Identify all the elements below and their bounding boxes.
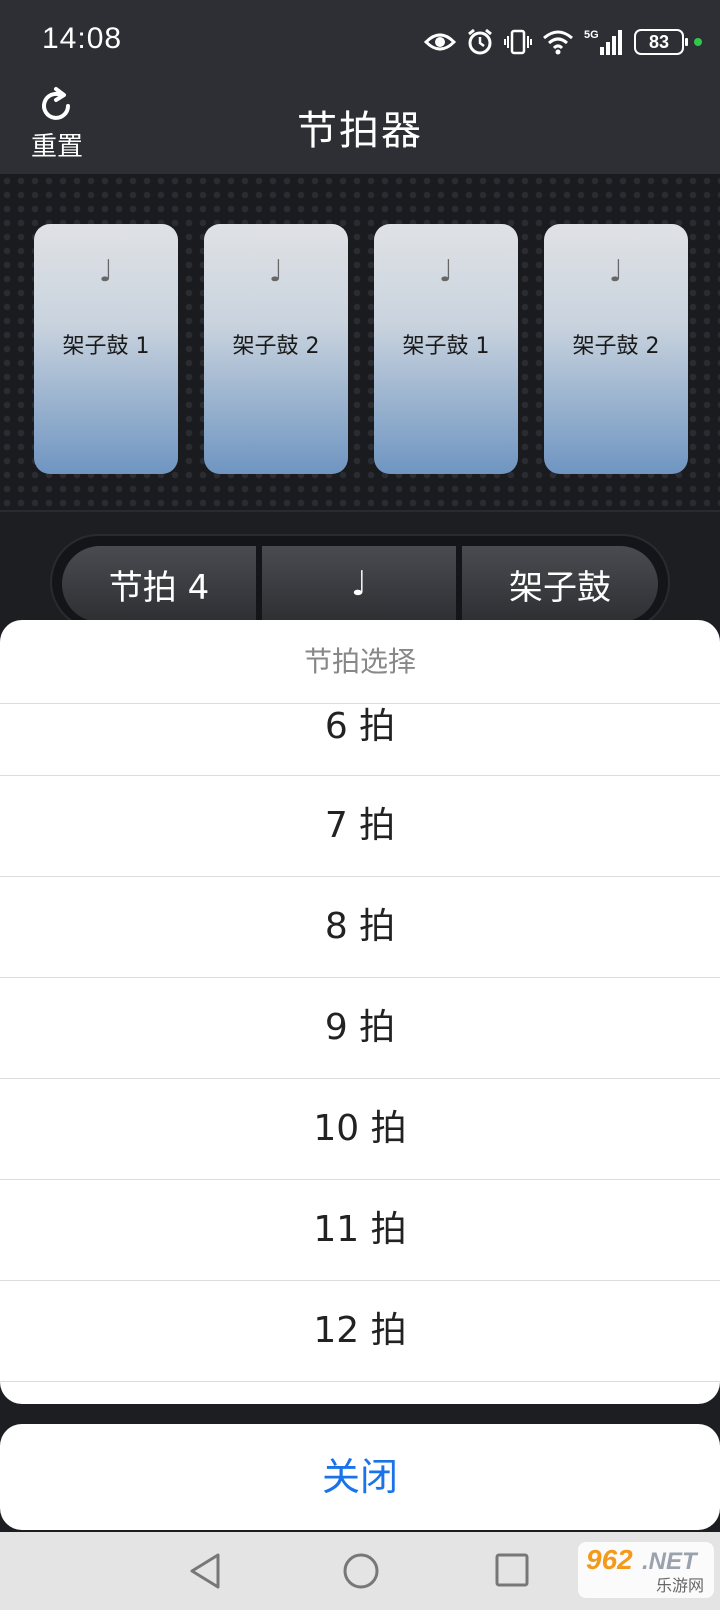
beat-label: 架子鼓 2: [232, 334, 320, 359]
navigation-bar: 962 .NET 乐游网: [0, 1532, 720, 1610]
beat-option-6[interactable]: 6 拍: [0, 704, 720, 776]
beat-label: 架子鼓 2: [572, 334, 660, 359]
beat-card[interactable]: ♩ 架子鼓 2: [544, 224, 688, 474]
close-button[interactable]: 关闭: [0, 1424, 720, 1530]
beat-cards: ♩ 架子鼓 1 ♩ 架子鼓 2 ♩ 架子鼓 1 ♩ 架子鼓 2: [34, 224, 688, 474]
wifi-icon: [543, 30, 573, 55]
status-time: 14:08: [42, 22, 123, 55]
quarter-note-icon: ♩: [98, 254, 114, 289]
vibrate-icon: [504, 29, 532, 55]
beat-option-8[interactable]: 8 拍: [0, 877, 720, 978]
beat-card[interactable]: ♩ 架子鼓 2: [204, 224, 348, 474]
beat-count-button[interactable]: 节拍 4: [62, 546, 256, 622]
beat-label: 架子鼓 1: [62, 334, 150, 359]
beat-option-10[interactable]: 10 拍: [0, 1079, 720, 1180]
beat-area: ♩ 架子鼓 1 ♩ 架子鼓 2 ♩ 架子鼓 1 ♩ 架子鼓 2: [0, 174, 720, 512]
quarter-note-icon: ♩: [608, 254, 624, 289]
back-icon[interactable]: [188, 1552, 224, 1590]
sheet-title: 节拍选择: [0, 620, 720, 704]
page-title: 节拍器: [297, 108, 423, 154]
eye-icon: [424, 33, 456, 51]
beat-option-11[interactable]: 11 拍: [0, 1180, 720, 1281]
watermark-sub: 乐游网: [655, 1576, 704, 1595]
control-bar: 节拍 4 ♩ 架子鼓: [50, 534, 670, 630]
title-bar: 重置 节拍器: [0, 84, 720, 174]
battery-icon: 83: [634, 29, 688, 55]
signal-icon: 5G: [584, 29, 622, 55]
beat-select-sheet: 节拍选择 6 拍 7 拍 8 拍 9 拍 10 拍 11 拍 12 拍: [0, 620, 720, 1404]
recent-apps-icon[interactable]: [494, 1552, 530, 1588]
status-icons: 5G 83: [424, 24, 702, 60]
note-value-button[interactable]: ♩: [262, 546, 456, 622]
watermark-number: 962: [586, 1544, 633, 1575]
quarter-note-icon: ♩: [268, 254, 284, 289]
beat-card[interactable]: ♩ 架子鼓 1: [374, 224, 518, 474]
beat-option-7[interactable]: 7 拍: [0, 776, 720, 877]
beat-option-list[interactable]: 6 拍 7 拍 8 拍 9 拍 10 拍 11 拍 12 拍: [0, 704, 720, 1382]
beat-option-12[interactable]: 12 拍: [0, 1281, 720, 1382]
beat-card[interactable]: ♩ 架子鼓 1: [34, 224, 178, 474]
beat-label: 架子鼓 1: [402, 334, 490, 359]
privacy-indicator: [694, 38, 702, 46]
beat-option-9[interactable]: 9 拍: [0, 978, 720, 1079]
watermark-logo: 962 .NET 乐游网: [578, 1542, 714, 1598]
sound-button[interactable]: 架子鼓: [462, 546, 658, 622]
home-icon[interactable]: [342, 1552, 380, 1590]
status-bar: 14:08 5G 83: [0, 0, 720, 84]
alarm-icon: [468, 28, 492, 55]
network-label: 5G: [584, 29, 599, 41]
quarter-note-icon: ♩: [438, 254, 454, 289]
